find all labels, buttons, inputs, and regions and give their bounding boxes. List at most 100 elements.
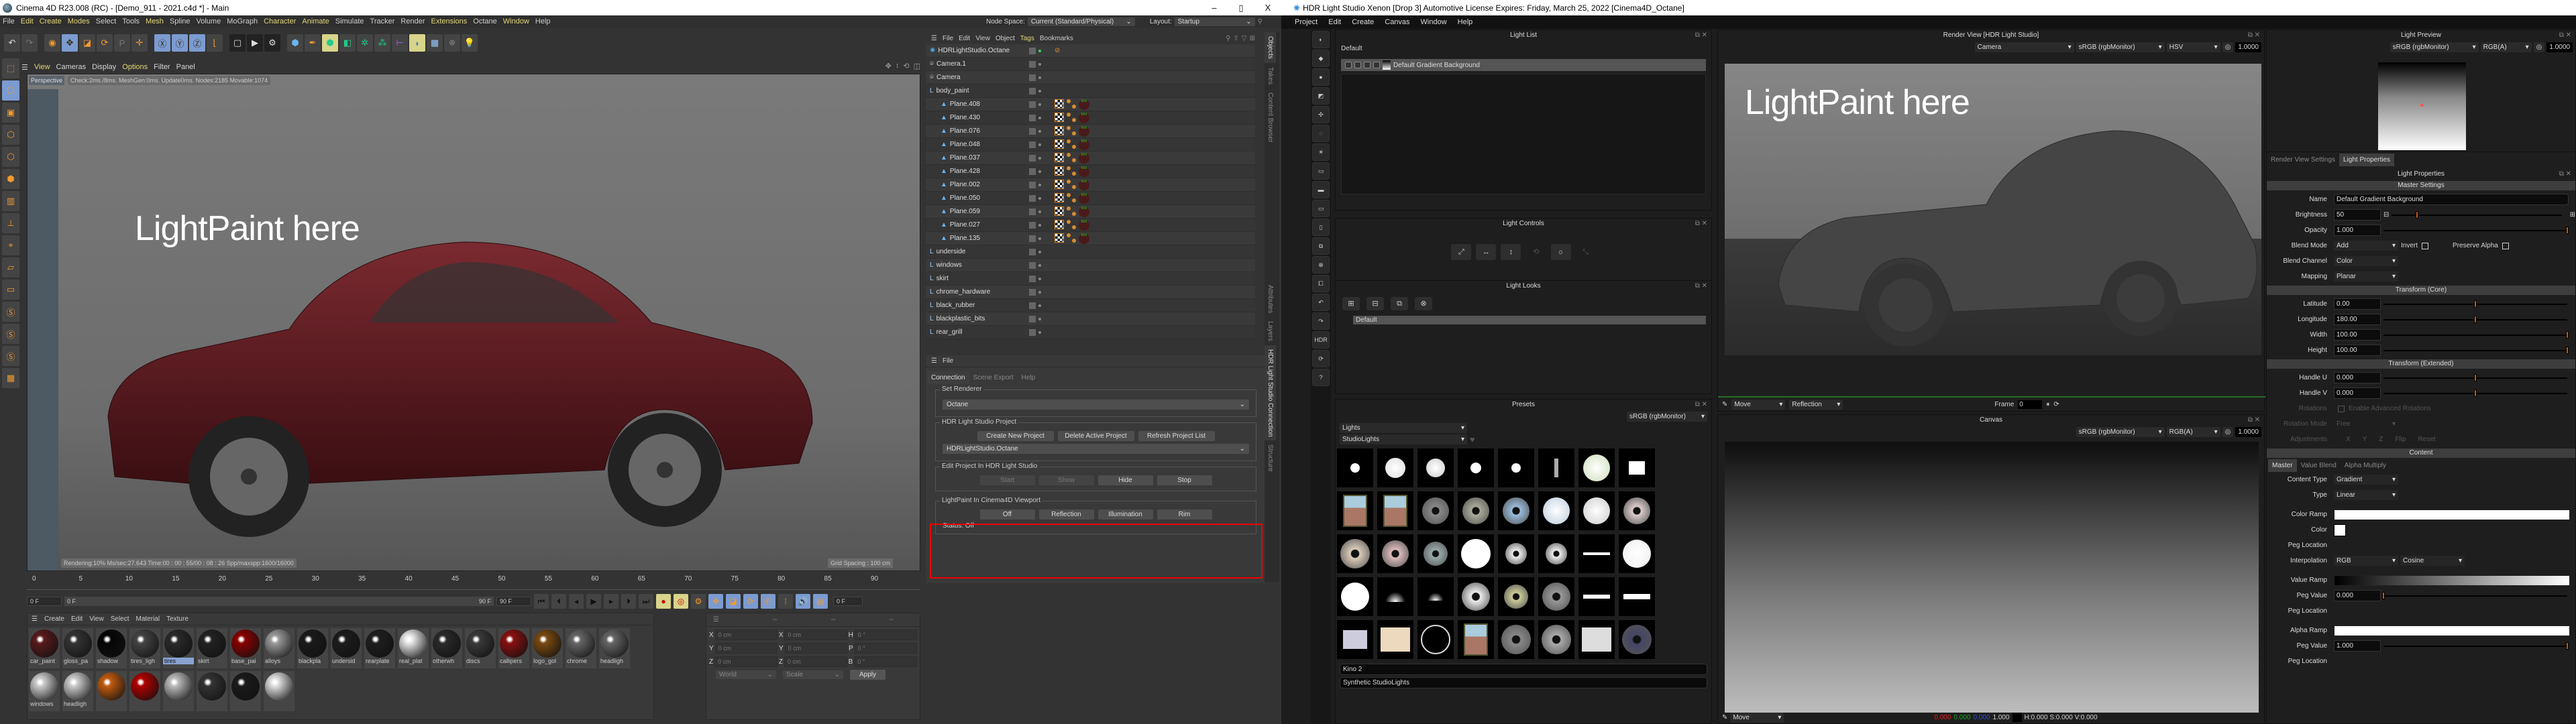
renderer-dropdown[interactable]: Octane ⌄ [943,400,1249,410]
preset-thumbnail[interactable] [1619,534,1655,573]
layer-checkbox-icon[interactable] [1029,74,1036,81]
close-icon[interactable]: ✕ [1702,282,1707,290]
start-button[interactable]: Start [979,475,1035,485]
subdivision-surface-icon[interactable]: ⬢ [322,34,338,52]
material-swatch[interactable]: headligh [62,671,93,711]
side-tab-takes[interactable]: Takes [1265,63,1276,88]
workplane-icon[interactable]: ▱ [2,257,19,278]
object-row[interactable]: ▲ Plane.428 MIX [926,165,1255,178]
handle-u-slider[interactable] [2383,373,2567,381]
uvw-tag-icon[interactable] [1055,233,1064,243]
close-icon[interactable]: ✕ [2566,32,2571,39]
conn-menu-file[interactable]: File [943,357,953,365]
light-lock-icon[interactable] [1373,62,1380,68]
material-tag-icon[interactable]: MIX [1079,112,1089,123]
tab-light-properties[interactable]: Light Properties [2339,154,2395,166]
coord-mode-dropdown[interactable]: Scale ⌄ [783,670,843,679]
transform-core-header[interactable]: Transform (Core) [2267,286,2575,295]
layer-checkbox-icon[interactable] [1029,87,1036,95]
menu-help[interactable]: Help [535,17,551,25]
texture-mode-icon[interactable]: ▣ [2,103,19,123]
next-key-icon[interactable]: ⏵ [621,594,636,609]
material-tag-icon[interactable]: MIX [1079,179,1089,190]
handle-v-slider[interactable] [2383,389,2567,397]
add-sun-light-icon[interactable]: ☀ [1312,143,1330,161]
go-to-start-icon[interactable]: ⏮ [534,594,549,609]
tab-help[interactable]: Help [1018,371,1040,384]
phong-tag-icon[interactable] [1067,99,1076,109]
material-swatch[interactable]: logo_gol [532,628,563,668]
help-icon[interactable]: ? [1312,369,1330,386]
material-swatch[interactable]: windows [29,671,60,711]
x-axis-lock-icon[interactable]: Ⓧ [154,34,170,52]
selection-tool-icon[interactable]: ◉ [44,34,60,52]
layer-checkbox-icon[interactable] [1029,261,1036,269]
duplicate-light-icon[interactable]: ⧠ [1312,275,1330,292]
phong-tag-icon[interactable] [1067,166,1076,176]
slider-knob[interactable] [2566,330,2569,339]
transform-extended-header[interactable]: Transform (Extended) [2267,359,2575,369]
add-child-look-icon[interactable]: ⊟ [1366,297,1384,310]
menu-file[interactable]: File [3,17,15,25]
search-icon[interactable]: ⚲ [1258,18,1263,25]
obj-menu-object[interactable]: Object [996,35,1015,42]
close-icon[interactable]: ✕ [1702,32,1707,39]
hide-button[interactable]: Hide [1097,475,1153,485]
hls-menu-window[interactable]: Window [1421,18,1447,26]
layer-checkbox-icon[interactable] [1029,275,1036,282]
close-icon[interactable]: ✕ [2255,416,2260,424]
layer-checkbox-icon[interactable] [1029,114,1036,121]
add-split-bg-icon[interactable]: ▭ [1312,200,1330,217]
menu-volume[interactable]: Volume [197,17,221,25]
stop-button[interactable]: Stop [1157,475,1212,485]
polygons-mode-icon[interactable]: ⬢ [2,169,19,189]
object-row[interactable]: ⌾ Camera.1 [926,58,1255,71]
preset-thumbnail[interactable] [1377,577,1413,616]
object-row[interactable]: Lblack_rubber [926,299,1255,312]
tab-scene-export[interactable]: Scene Export [969,371,1018,384]
preset-thumbnail[interactable] [1619,491,1655,530]
add-group-icon[interactable]: ⧉ [1312,237,1330,255]
render-camera-dropdown[interactable]: Camera ▾ [1974,42,2074,52]
add-soft-light-icon[interactable]: ● [1312,68,1330,86]
film-icon[interactable]: ▤ [813,594,828,609]
material-swatch[interactable] [264,671,294,711]
hdr-update-icon[interactable]: ⟳ [1312,350,1330,367]
menu-extensions[interactable]: Extensions [431,17,467,25]
layer-checkbox-icon[interactable] [1029,235,1036,242]
aperture-icon[interactable]: ◎ [2533,42,2545,52]
mat-menu-edit[interactable]: Edit [71,615,83,623]
opacity-field[interactable]: 1.000 [2334,225,2381,236]
refresh-project-list-button[interactable]: Refresh Project List [1138,431,1215,441]
key-rotation-icon[interactable]: ⟳ [743,594,758,609]
paint-mode-dropdown[interactable]: Reflection ▾ [1789,399,1843,410]
new-window-icon[interactable]: ⊞ [1250,35,1258,42]
slider-knob[interactable] [2474,300,2477,308]
undock-icon[interactable]: ⧉ [1695,220,1700,227]
add-multi-light-icon[interactable]: ✣ [1312,106,1330,123]
phong-tag-icon[interactable] [1067,179,1076,189]
edges-mode-icon[interactable]: ⬡ [2,147,19,167]
current-frame-field[interactable]: 0 F [833,597,863,606]
octane-settings-icon[interactable]: Ⓢ [2,346,19,366]
object-row[interactable]: ▲ Plane.050 MIX [926,192,1255,205]
coord-space-dropdown[interactable]: World ⌄ [716,670,776,679]
material-tag-icon[interactable]: MIX [1079,152,1089,164]
side-tab-structure[interactable]: Structure [1265,440,1276,476]
side-tab-hdr-connection[interactable]: HDR Light Studio Connection [1265,345,1276,441]
slider-knob[interactable] [2566,346,2569,354]
render-colorspace-dropdown[interactable]: sRGB (rgbMonitor) ▾ [2076,42,2165,52]
add-hdri-bg-icon[interactable]: ▬ [1312,181,1330,198]
material-swatch[interactable]: undersid [331,628,362,668]
floor-icon[interactable]: ▦ [427,34,443,52]
material-tag-icon[interactable]: MIX [1079,166,1089,177]
menu-spline[interactable]: Spline [170,17,191,25]
model-mode-icon[interactable]: ⬡ [2,80,19,101]
preset-thumbnail[interactable] [1538,491,1574,530]
object-row[interactable]: Lskirt [926,272,1255,286]
height-control-icon[interactable]: ↕ [1501,244,1521,260]
add-blur-light-icon[interactable]: ◌ [1312,125,1330,142]
toggle-panel-icon[interactable]: ◫ [914,62,920,70]
menu-tracker[interactable]: Tracker [370,17,395,25]
material-tag-icon[interactable]: MIX [1079,233,1089,244]
